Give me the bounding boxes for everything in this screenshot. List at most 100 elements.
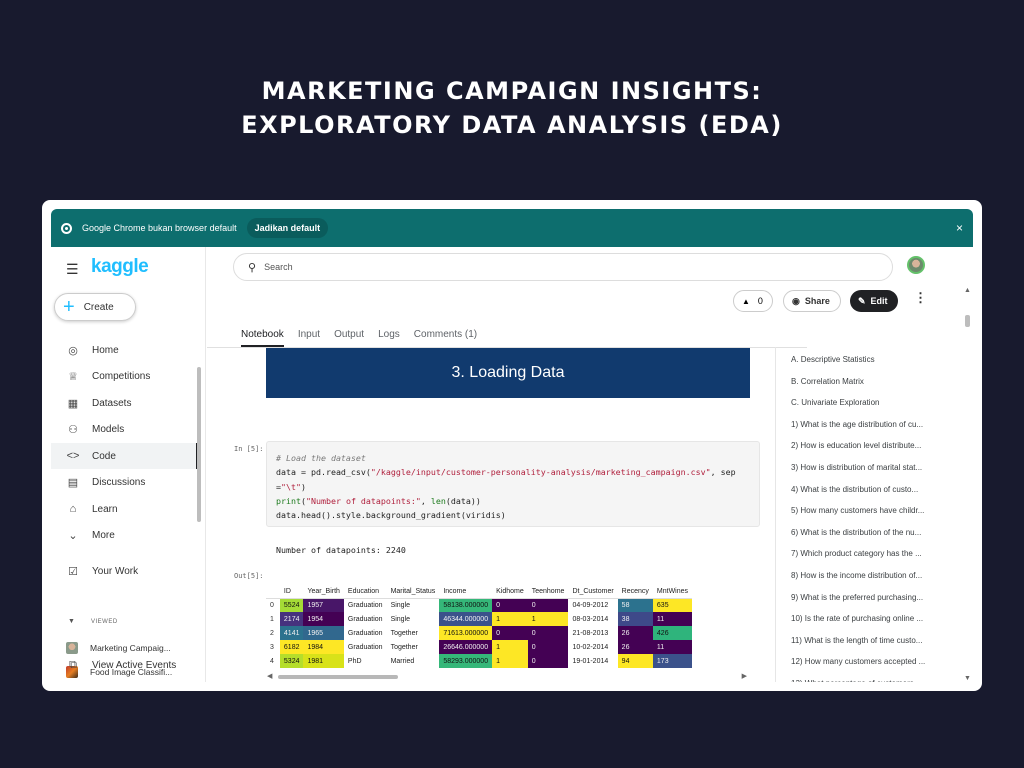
table-cell: 0 (492, 598, 528, 612)
table-cell: Graduation (347, 629, 383, 637)
table-row: 0 5524 1957 Graduation Single 58138.000000 0 0 0… (266, 598, 693, 612)
sidebar-item-your-work[interactable]: ☑ Your Work (51, 558, 196, 584)
table-cell: 26 (617, 640, 653, 654)
table-cell: 1 (527, 612, 569, 626)
sidebar-item-competitions[interactable]: ♕ Competitions (51, 363, 196, 389)
tab-notebook[interactable]: Notebook (241, 323, 284, 347)
table-body: 0 5524 1957 Graduation Single 58138.000000 0 0 0… (266, 598, 693, 668)
scroll-down-icon[interactable]: ▼ (964, 675, 971, 682)
row-index: 3 (270, 643, 274, 651)
sidebar-item-label: Datasets (92, 397, 132, 409)
scrollbar-thumb[interactable] (278, 675, 398, 679)
section-title: 3. Loading Data (451, 364, 565, 381)
notebook-tabs: Notebook Input Output Logs Comments (1) (241, 323, 491, 347)
toc-item[interactable]: C. Univariate Exploration (791, 398, 941, 407)
vote-button[interactable]: ▲ 0 (733, 290, 773, 312)
close-icon[interactable]: × (956, 221, 963, 235)
discussion-icon: ▤ (67, 476, 79, 489)
edit-button[interactable]: ✎ Edit (850, 290, 898, 312)
sidebar-item-label: Models (92, 423, 125, 435)
dataframe-table: ID Year_Birth Education Marital_Status Incom… (266, 585, 693, 668)
toc-item[interactable]: 2) How is education level distribute... (791, 441, 941, 450)
page-title-line-1: MARKETING CAMPAIGN INSIGHTS: (261, 77, 763, 105)
table-cell: 1984 (303, 640, 344, 654)
table-cell: 0 (492, 626, 528, 640)
table-cell: 5324 (279, 654, 304, 668)
toc-item[interactable]: 1) What is the age distribution of cu... (791, 420, 941, 429)
tab-comments[interactable]: Comments (1) (414, 323, 477, 347)
sidebar-item-models[interactable]: ⚇ Models (51, 416, 196, 442)
tab-output[interactable]: Output (334, 323, 364, 347)
tab-input[interactable]: Input (298, 323, 320, 347)
toc-item[interactable]: 7) Which product category has the ... (791, 549, 941, 558)
toc-item[interactable]: 10) Is the rate of purchasing online ... (791, 614, 941, 623)
toc-item[interactable]: 3) How is distribution of marital stat..… (791, 463, 941, 472)
caret-down-icon[interactable]: ▼ (68, 618, 75, 625)
sidebar-item-label: Home (92, 344, 119, 356)
scroll-up-icon[interactable]: ▲ (964, 287, 971, 294)
scroll-left-icon[interactable]: ◀ (267, 672, 272, 680)
table-cell: 0 (527, 640, 569, 654)
toc-item[interactable]: B. Correlation Matrix (791, 377, 941, 386)
horizontal-scrollbar[interactable]: ◀ ▶ (266, 673, 748, 681)
sidebar-item-home[interactable]: ◎ Home (51, 337, 196, 363)
more-options-icon[interactable]: ⋮ (914, 290, 927, 306)
toc-item[interactable]: A. Descriptive Statistics (791, 355, 941, 364)
table-of-contents: A. Descriptive Statistics B. Correlation … (775, 347, 955, 682)
kaggle-logo[interactable]: kaggle (91, 256, 149, 278)
sidebar-item-datasets[interactable]: ▦ Datasets (51, 390, 196, 416)
toc-item[interactable]: 8) How is the income distribution of... (791, 571, 941, 580)
search-bar[interactable]: ⚲ Search (233, 253, 893, 281)
sidebar-scrollbar[interactable] (197, 327, 201, 677)
avatar[interactable] (907, 256, 925, 274)
table-cell: Together (390, 643, 418, 651)
create-button[interactable]: + Create (54, 293, 136, 321)
code-comment: # Load the dataset (276, 453, 366, 463)
column-header: Income (439, 585, 493, 599)
code-cell[interactable]: # Load the dataset data = pd.read_csv("/… (266, 441, 760, 527)
table-cell: 58 (617, 598, 653, 612)
sidebar-item-view-events[interactable]: ⧉ View Active Events (51, 652, 201, 678)
toc-item[interactable]: 4) What is the distribution of custo... (791, 485, 941, 494)
sidebar-item-label: Your Work (92, 565, 139, 577)
sidebar-item-label: View Active Events (92, 659, 177, 671)
toc-item[interactable]: 5) How many customers have childr... (791, 506, 941, 515)
column-header: Education (343, 585, 387, 599)
scroll-right-icon[interactable]: ▶ (742, 672, 747, 680)
sidebar-item-more[interactable]: ⌄ More (51, 522, 196, 548)
table-row: 2 4141 1965 Graduation Together 71613.000000 0… (266, 626, 693, 640)
table-cell: 19-01-2014 (572, 657, 609, 665)
table-cell: 11 (652, 612, 693, 626)
code-token: , sep (710, 467, 736, 478)
row-index: 2 (270, 629, 274, 637)
menu-icon[interactable]: ☰ (66, 261, 79, 278)
scrollbar-thumb[interactable] (965, 315, 970, 327)
pencil-icon: ✎ (858, 295, 866, 306)
table-cell: 1954 (303, 612, 344, 626)
toc-item[interactable]: 9) What is the preferred purchasing... (791, 593, 941, 602)
toc-item[interactable]: 6) What is the distribution of the nu... (791, 528, 941, 537)
column-header: Year_Birth (303, 585, 344, 599)
code-string: "\t" (281, 481, 301, 492)
page-scrollbar[interactable]: ▲ ▼ (964, 287, 971, 682)
sidebar-item-learn[interactable]: ⌂ Learn (51, 496, 196, 522)
sidebar-item-discussions[interactable]: ▤ Discussions (51, 469, 196, 495)
table-cell: 1981 (303, 654, 344, 668)
share-button[interactable]: ◉ Share (783, 290, 841, 312)
sidebar: ☰ kaggle + Create ◎ Home ♕ Competitions … (51, 247, 206, 682)
table-cell: Married (390, 657, 415, 665)
trophy-icon: ♕ (68, 370, 78, 383)
make-default-button[interactable]: Jadikan default (246, 218, 329, 238)
stdout-output: Number of datapoints: 2240 (276, 545, 406, 555)
toc-item[interactable]: 11) What is the length of time custo... (791, 636, 941, 645)
table-cell: 08-03-2014 (572, 615, 609, 623)
toc-item[interactable]: 12) How many customers accepted ... (791, 657, 941, 666)
toc-item[interactable]: 13) What percentage of customers ... (791, 679, 941, 682)
column-header: Dt_Customer (568, 585, 618, 599)
scrollbar-thumb[interactable] (197, 367, 201, 522)
search-input[interactable]: Search (264, 262, 293, 272)
dataframe-output: ID Year_Birth Education Marital_Status Incom… (266, 585, 748, 671)
column-header: ID (279, 585, 304, 599)
sidebar-item-code[interactable]: <> Code (51, 443, 199, 469)
tab-logs[interactable]: Logs (378, 323, 400, 347)
